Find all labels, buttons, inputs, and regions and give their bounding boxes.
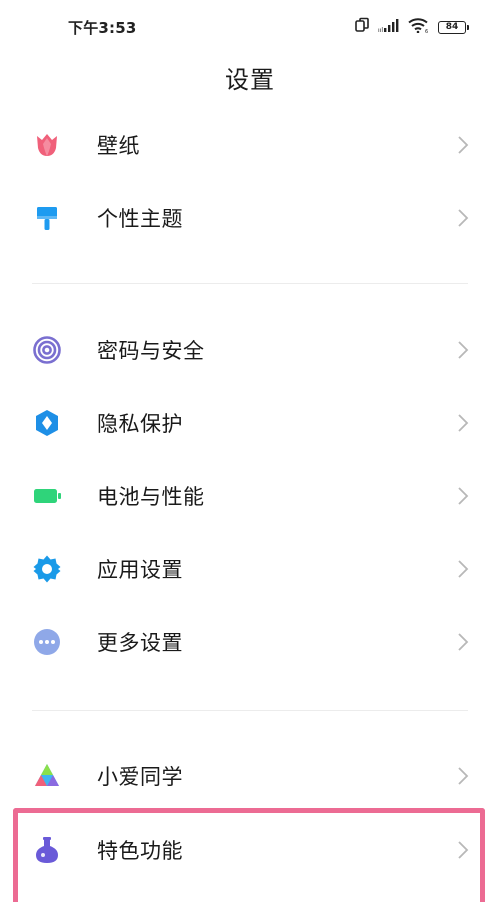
fingerprint-icon [32, 335, 62, 365]
chevron-right-icon [456, 485, 470, 507]
settings-item-label: 壁纸 [97, 133, 140, 158]
flask-icon [32, 835, 62, 865]
page-title: 设置 [225, 66, 275, 94]
settings-item-label: 更多设置 [97, 630, 183, 655]
screen-cast-icon [354, 17, 370, 37]
gear-icon [32, 554, 62, 584]
section-divider [32, 283, 468, 284]
settings-item-label: 密码与安全 [97, 338, 205, 363]
chevron-right-icon [456, 207, 470, 229]
chevron-right-icon [456, 412, 470, 434]
settings-item-battery-performance[interactable]: 电池与性能 [0, 459, 500, 532]
settings-item-privacy[interactable]: 隐私保护 [0, 386, 500, 459]
svg-text:6: 6 [425, 29, 428, 33]
settings-item-password-security[interactable]: 密码与安全 [0, 313, 500, 386]
chevron-right-icon [456, 631, 470, 653]
tulip-icon [32, 130, 62, 160]
status-icons: ııl 6 84 [354, 16, 469, 38]
settings-group-personalization: 壁纸 个性主题 [0, 108, 500, 254]
settings-item-wallpaper[interactable]: 壁纸 [0, 108, 500, 181]
battery-icon: 84 [438, 20, 469, 34]
settings-item-label: 个性主题 [97, 206, 183, 231]
settings-item-label: 小爱同学 [97, 764, 183, 789]
settings-item-label: 隐私保护 [97, 411, 183, 436]
section-divider [32, 710, 468, 711]
settings-item-xiaoai[interactable]: 小爱同学 [0, 739, 500, 812]
settings-item-label: 特色功能 [97, 839, 183, 863]
status-time: 下午3:53 [68, 19, 137, 37]
privacy-shield-icon [32, 408, 62, 438]
chevron-right-icon [456, 134, 470, 156]
settings-item-label: 电池与性能 [97, 484, 205, 509]
wifi-icon: 6 [408, 17, 430, 37]
svg-text:ııl: ııl [378, 27, 383, 33]
settings-item-special-features[interactable]: 特色功能 [0, 812, 500, 888]
status-bar: 下午3:53 ııl 6 84 [0, 0, 500, 56]
settings-item-app-settings[interactable]: 应用设置 [0, 532, 500, 605]
settings-item-theme[interactable]: 个性主题 [0, 181, 500, 254]
xiaoai-icon [32, 761, 62, 791]
chevron-right-icon [456, 339, 470, 361]
battery-icon [32, 481, 62, 511]
paint-brush-icon [32, 203, 62, 233]
settings-item-more-settings[interactable]: 更多设置 [0, 605, 500, 678]
chevron-right-icon [456, 839, 470, 861]
settings-item-label: 应用设置 [97, 557, 183, 582]
battery-level: 84 [445, 21, 459, 32]
chevron-right-icon [456, 558, 470, 580]
settings-group-system: 密码与安全 隐私保护 电池与性能 应用设置 更多设置 [0, 313, 500, 678]
more-dots-icon [32, 627, 62, 657]
signal-icon: ııl [378, 18, 400, 37]
chevron-right-icon [456, 765, 470, 787]
settings-group-features: 小爱同学 特色功能 [0, 739, 500, 888]
